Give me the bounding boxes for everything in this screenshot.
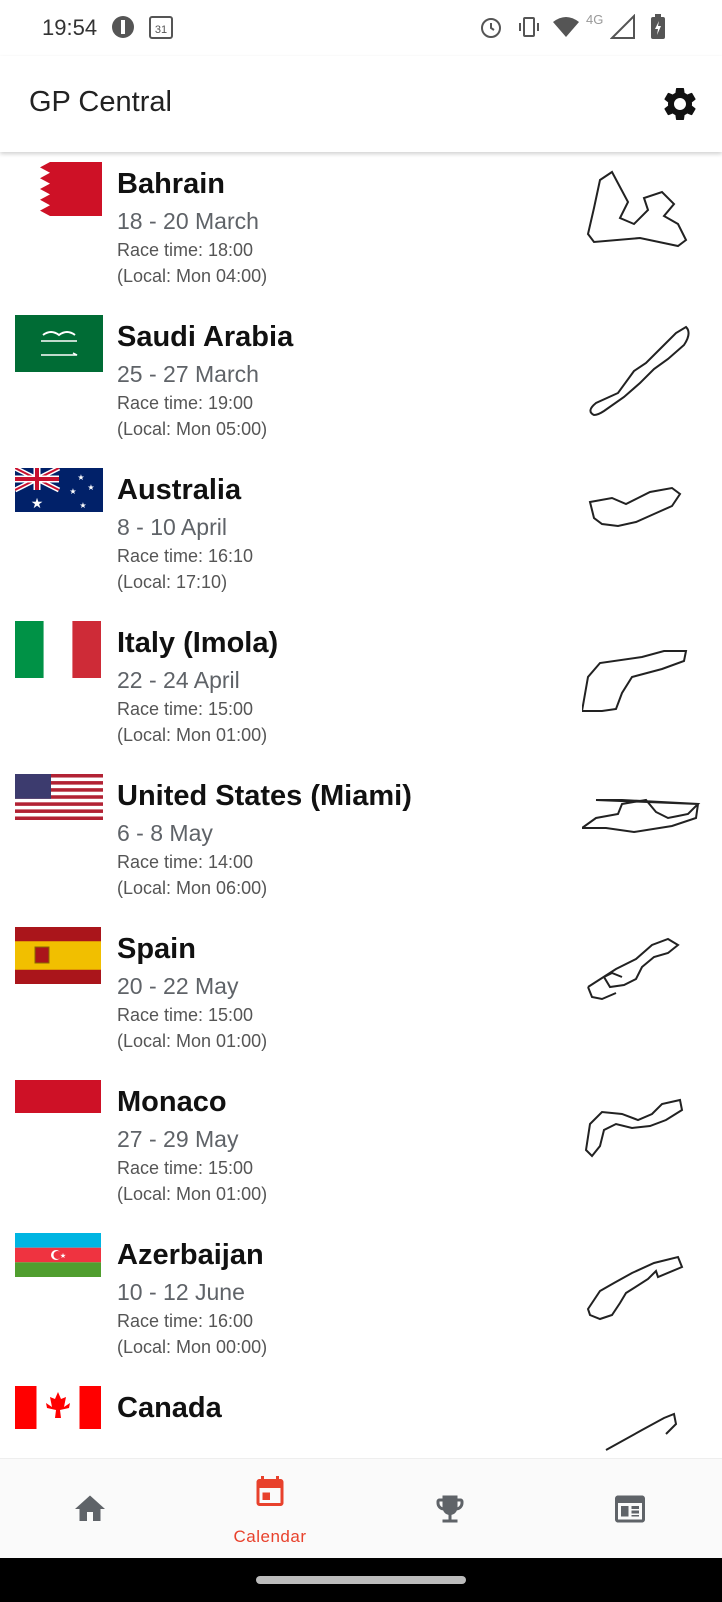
status-bar: 19:54 31 4G — [0, 0, 722, 56]
race-item-australia[interactable]: ★ ★ ★ ★ ★ Australia 8 - 10 April Race ti… — [0, 458, 722, 614]
barcelona-circuit-icon — [587, 937, 680, 1001]
spain-flag-icon — [15, 927, 101, 984]
svg-text:★: ★ — [77, 473, 84, 482]
race-name: Saudi Arabia — [117, 321, 294, 353]
race-local-time: (Local: Mon 05:00) — [117, 419, 268, 439]
monaco-flag-icon — [15, 1080, 101, 1146]
saudi-arabia-flag-icon — [15, 315, 103, 372]
race-item-canada[interactable]: Canada — [0, 1376, 722, 1458]
race-time: Race time: 14:00 — [117, 852, 254, 872]
nav-news[interactable] — [540, 1459, 720, 1559]
race-local-time: (Local: Mon 01:00) — [117, 725, 268, 745]
race-local-time: (Local: Mon 01:00) — [117, 1184, 268, 1204]
race-dates: 18 - 20 March — [117, 208, 259, 234]
race-item-united-states-miami[interactable]: United States (Miami) 6 - 8 May Race tim… — [0, 764, 722, 920]
australia-flag-icon: ★ ★ ★ ★ ★ — [15, 468, 103, 512]
race-item-bahrain[interactable]: Bahrain 18 - 20 March Race time: 18:00 (… — [0, 152, 722, 308]
monaco-circuit-icon — [584, 1098, 684, 1158]
news-icon — [615, 1495, 645, 1523]
race-dates: 20 - 22 May — [117, 973, 239, 999]
app-title: GP Central — [29, 86, 172, 118]
race-name: United States (Miami) — [117, 780, 412, 812]
bahrain-flag-icon — [36, 162, 102, 216]
race-name: Spain — [117, 933, 196, 965]
race-local-time: (Local: Mon 01:00) — [117, 1031, 268, 1051]
imola-circuit-icon — [582, 650, 688, 712]
signal-icon — [610, 14, 635, 39]
race-local-time: (Local: Mon 06:00) — [117, 878, 268, 898]
home-gesture-pill[interactable] — [256, 1576, 466, 1584]
nav-standings[interactable] — [360, 1459, 540, 1559]
nav-home[interactable] — [0, 1459, 180, 1559]
race-time: Race time: 15:00 — [117, 699, 254, 719]
status-time: 19:54 — [42, 15, 98, 40]
app-bar: GP Central — [0, 56, 722, 152]
vibrate-icon — [519, 17, 539, 37]
svg-text:★: ★ — [87, 483, 94, 492]
trophy-icon — [436, 1495, 464, 1523]
australia-circuit-icon — [588, 486, 682, 528]
race-name: Azerbaijan — [117, 1239, 264, 1271]
calendar-notification-icon: 31 — [149, 16, 173, 39]
italy-flag-icon — [15, 621, 101, 678]
canada-flag-icon — [15, 1386, 101, 1429]
svg-text:★: ★ — [31, 495, 44, 511]
race-name: Australia — [117, 474, 242, 506]
race-dates: 10 - 12 June — [117, 1279, 245, 1305]
network-type: 4G — [586, 12, 604, 27]
race-dates: 27 - 29 May — [117, 1126, 239, 1152]
race-item-monaco[interactable]: Monaco 27 - 29 May Race time: 15:00 (Loc… — [0, 1070, 722, 1226]
race-dates: 22 - 24 April — [117, 667, 240, 693]
race-time: Race time: 15:00 — [117, 1005, 254, 1025]
race-local-time: (Local: 17:10) — [117, 572, 228, 592]
nav-calendar[interactable]: Calendar — [180, 1459, 360, 1559]
race-time: Race time: 15:00 — [117, 1158, 254, 1178]
race-dates: 25 - 27 March — [117, 361, 259, 387]
race-list[interactable]: Bahrain 18 - 20 March Race time: 18:00 (… — [0, 152, 722, 1458]
bahrain-circuit-icon — [586, 170, 688, 248]
race-item-spain[interactable]: Spain 20 - 22 May Race time: 15:00 (Loca… — [0, 917, 722, 1073]
race-item-azerbaijan[interactable]: ★ Azerbaijan 10 - 12 June Race time: 16:… — [0, 1223, 722, 1379]
race-time: Race time: 16:10 — [117, 546, 254, 566]
race-time: Race time: 18:00 — [117, 240, 254, 260]
race-item-italy-imola[interactable]: Italy (Imola) 22 - 24 April Race time: 1… — [0, 611, 722, 767]
canada-circuit-icon — [605, 1412, 678, 1451]
calendar-day-text: 31 — [155, 24, 167, 36]
race-name: Bahrain — [117, 168, 225, 200]
miami-circuit-icon — [582, 798, 701, 834]
wifi-icon — [553, 17, 579, 37]
race-item-saudi-arabia[interactable]: Saudi Arabia 25 - 27 March Race time: 19… — [0, 305, 722, 461]
baku-circuit-icon — [586, 1255, 684, 1321]
race-local-time: (Local: Mon 00:00) — [117, 1337, 268, 1357]
race-local-time: (Local: Mon 04:00) — [117, 266, 268, 286]
bottom-navigation: Calendar — [0, 1458, 722, 1559]
svg-text:★: ★ — [69, 487, 76, 496]
settings-gear-icon[interactable] — [660, 84, 700, 124]
race-name: Canada — [117, 1392, 222, 1424]
race-time: Race time: 16:00 — [117, 1311, 254, 1331]
svg-text:★: ★ — [60, 1252, 66, 1260]
race-dates: 8 - 10 April — [117, 514, 227, 540]
battery-icon — [651, 14, 665, 39]
app-notification-icon — [112, 16, 134, 38]
home-icon — [75, 1495, 105, 1521]
calendar-icon — [256, 1476, 284, 1506]
alarm-icon — [481, 18, 501, 38]
system-navigation-bar — [0, 1558, 722, 1602]
azerbaijan-flag-icon: ★ — [15, 1233, 101, 1277]
svg-text:★: ★ — [79, 501, 86, 510]
race-name: Monaco — [117, 1086, 227, 1118]
race-time: Race time: 19:00 — [117, 393, 254, 413]
saudi-arabia-circuit-icon — [589, 325, 690, 417]
race-dates: 6 - 8 May — [117, 820, 213, 846]
nav-calendar-label: Calendar — [233, 1527, 307, 1546]
united-states-flag-icon — [15, 774, 103, 820]
race-name: Italy (Imola) — [117, 627, 279, 659]
